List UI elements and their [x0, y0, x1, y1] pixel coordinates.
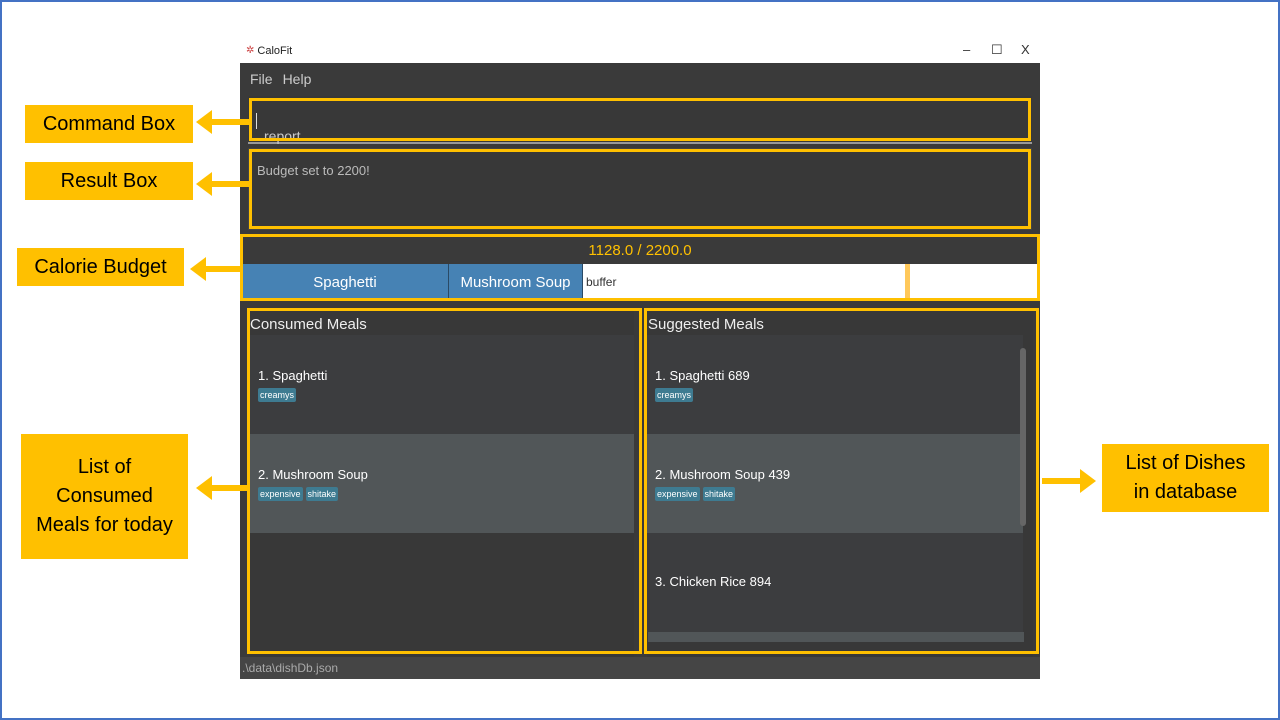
callout-dishes-list: List of Dishes in database [1102, 444, 1269, 512]
menu-file[interactable]: File [250, 71, 273, 87]
window-title: CaloFit [257, 44, 293, 57]
arrow-head-icon [196, 476, 212, 500]
result-box-highlight [249, 149, 1031, 229]
arrow [1042, 478, 1082, 484]
title-bar: ✲ CaloFit – ☐ X [240, 38, 1040, 63]
callout-calorie-budget: Calorie Budget [17, 248, 184, 286]
app-window: ✲ CaloFit – ☐ X File Help report Budget … [240, 38, 1040, 679]
callout-command-box: Command Box [25, 105, 193, 143]
menu-help[interactable]: Help [283, 71, 312, 87]
menu-bar: File Help [240, 63, 1040, 95]
arrow [210, 181, 250, 187]
budget-highlight [240, 234, 1040, 301]
suggested-highlight [644, 308, 1039, 654]
callout-consumed-list: List of Consumed Meals for today [21, 434, 188, 559]
arrow-head-icon [196, 172, 212, 196]
arrow [204, 266, 242, 272]
close-button[interactable]: X [1021, 42, 1030, 57]
consumed-highlight [247, 308, 642, 654]
status-bar: .\data\dishDb.json [240, 657, 1040, 679]
arrow [210, 485, 250, 491]
arrow-head-icon [190, 257, 206, 281]
callout-result-box: Result Box [25, 162, 193, 200]
app-logo-icon: ✲ [246, 45, 255, 56]
maximize-button[interactable]: ☐ [991, 42, 1003, 58]
minimize-button[interactable]: – [963, 42, 970, 57]
arrow-head-icon [196, 110, 212, 134]
arrow-head-icon [1080, 469, 1096, 493]
arrow [210, 119, 250, 125]
command-box-highlight [249, 98, 1031, 141]
